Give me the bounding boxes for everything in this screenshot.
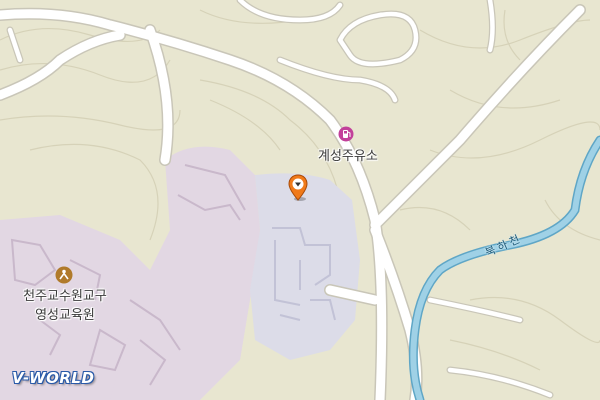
vworld-logo: V-WORLD: [12, 369, 95, 387]
gas-station-label[interactable]: 계성주유소: [318, 145, 378, 164]
institute-label-line1: 천주교수원교구: [23, 289, 107, 304]
institute-label-line2: 영성교육원: [35, 308, 95, 323]
institute-label[interactable]: 천주교수원교구 영성교육원: [20, 285, 110, 323]
location-pin-icon[interactable]: [288, 174, 308, 206]
map-view[interactable]: 계성주유소 천주교수원교구 영성교육원 북하천 V-WORLD: [0, 0, 600, 400]
gas-station-icon[interactable]: [338, 126, 354, 146]
